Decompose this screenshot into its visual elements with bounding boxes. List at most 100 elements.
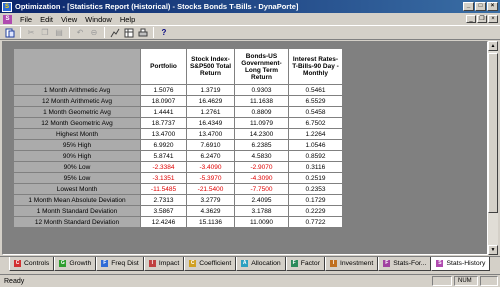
tab-label: Allocation xyxy=(251,260,281,267)
tab-controls[interactable]: C Controls xyxy=(9,257,55,271)
toolbar-separator xyxy=(153,27,154,38)
table-cell[interactable]: 4.3629 xyxy=(186,205,235,217)
row-label: 95% Low xyxy=(13,172,141,184)
paste-icon[interactable]: ▤ xyxy=(52,26,66,39)
chart-icon[interactable] xyxy=(108,26,122,39)
table-cell[interactable]: 13.4700 xyxy=(140,128,187,140)
table-cell[interactable]: -4.3090 xyxy=(234,172,289,184)
table-cell[interactable]: 0.5458 xyxy=(288,106,343,118)
table-cell[interactable]: 16.4349 xyxy=(186,117,235,129)
table-cell[interactable]: 5.8741 xyxy=(140,150,187,162)
table-cell[interactable]: 12.4246 xyxy=(140,216,187,228)
table-row: Lowest Month -11.5485 -21.5400 -7.7500 0.235… xyxy=(13,183,343,195)
maximize-button[interactable]: □ xyxy=(475,2,486,11)
doc-restore-button[interactable]: ❐ xyxy=(477,15,487,23)
table-cell[interactable]: 1.5076 xyxy=(140,84,187,96)
close-button[interactable]: × xyxy=(487,2,498,11)
table-row: 90% Low -2.3384 -3.4090 -2.9070 0.3116 xyxy=(13,161,343,173)
table-row: 95% Low -3.1351 -5.3970 -4.3090 0.2519 xyxy=(13,172,343,184)
table-cell[interactable]: 16.4629 xyxy=(186,95,235,107)
table-cell[interactable]: -3.1351 xyxy=(140,172,187,184)
table-cell[interactable]: 0.2229 xyxy=(288,205,343,217)
table-cell[interactable]: 15.1136 xyxy=(186,216,235,228)
table-cell[interactable]: 0.3116 xyxy=(288,161,343,173)
minimize-button[interactable]: _ xyxy=(463,2,474,11)
document-icon[interactable]: S xyxy=(3,14,12,24)
table-cell[interactable]: 1.4441 xyxy=(140,106,187,118)
table-cell[interactable]: 11.1638 xyxy=(234,95,289,107)
table-cell[interactable]: -2.3384 xyxy=(140,161,187,173)
menu-view[interactable]: View xyxy=(57,15,81,24)
undo-icon[interactable]: ↶ xyxy=(73,26,87,39)
table-cell[interactable]: 0.7722 xyxy=(288,216,343,228)
table-cell[interactable]: 0.9303 xyxy=(234,84,289,96)
tab-factor[interactable]: F Factor xyxy=(285,257,325,271)
table-cell[interactable]: 18.0907 xyxy=(140,95,187,107)
print-icon[interactable] xyxy=(136,26,150,39)
table-cell[interactable]: 6.7502 xyxy=(288,117,343,129)
doc-close-button[interactable]: × xyxy=(488,15,498,23)
table-cell[interactable]: 6.9920 xyxy=(140,139,187,151)
table-cell[interactable]: 1.3719 xyxy=(186,84,235,96)
row-label: 1 Month Arithmetic Avg xyxy=(13,84,141,96)
table-cell[interactable]: 2.7313 xyxy=(140,194,187,206)
zoom-out-icon[interactable]: ⊖ xyxy=(87,26,101,39)
tab-investment[interactable]: I Investment xyxy=(324,257,379,271)
table-cell[interactable]: -21.5400 xyxy=(186,183,235,195)
column-header: Portfolio xyxy=(140,48,187,85)
doc-minimize-button[interactable]: _ xyxy=(466,15,476,23)
table-cell[interactable]: 6.2470 xyxy=(186,150,235,162)
tab-growth[interactable]: G Growth xyxy=(54,257,97,271)
scroll-up-icon[interactable]: ▲ xyxy=(488,41,498,51)
table-cell[interactable]: 6.5529 xyxy=(288,95,343,107)
table-cell[interactable]: 1.2264 xyxy=(288,128,343,140)
title-bar: S Optimization - [Statistics Report (His… xyxy=(0,0,500,13)
help-icon[interactable]: ? xyxy=(157,26,171,39)
table-cell[interactable]: 0.2353 xyxy=(288,183,343,195)
copy-icon[interactable]: ❐ xyxy=(38,26,52,39)
scroll-down-icon[interactable]: ▼ xyxy=(488,245,498,255)
table-cell[interactable]: -5.3970 xyxy=(186,172,235,184)
row-label: 12 Month Arithmetic Avg xyxy=(13,95,141,107)
table-cell[interactable]: 0.8592 xyxy=(288,150,343,162)
table-cell[interactable]: 7.6910 xyxy=(186,139,235,151)
table-cell[interactable]: 11.0979 xyxy=(234,117,289,129)
table-cell[interactable]: 11.0090 xyxy=(234,216,289,228)
table-cell[interactable]: -11.5485 xyxy=(140,183,187,195)
table-cell[interactable]: 4.5830 xyxy=(234,150,289,162)
vertical-scrollbar[interactable]: ▲ ▼ xyxy=(488,41,498,255)
tab-stats-history[interactable]: S Stats-History xyxy=(431,257,491,271)
table-cell[interactable]: 0.8809 xyxy=(234,106,289,118)
tab-stats-for[interactable]: F Stats-For... xyxy=(378,257,432,271)
tab-coefficient[interactable]: C Coefficient xyxy=(184,257,237,271)
tab-impact[interactable]: I Impact xyxy=(143,257,185,271)
table-cell[interactable]: 13.4700 xyxy=(186,128,235,140)
table-cell[interactable]: 0.1729 xyxy=(288,194,343,206)
table-cell[interactable]: 6.2385 xyxy=(234,139,289,151)
scroll-thumb[interactable] xyxy=(488,53,498,213)
table-cell[interactable]: 0.5461 xyxy=(288,84,343,96)
tab-freq-dist[interactable]: F Freq Dist xyxy=(96,257,144,271)
table-cell[interactable]: -3.4090 xyxy=(186,161,235,173)
table-cell[interactable]: 14.2300 xyxy=(234,128,289,140)
table-cell[interactable]: 3.1788 xyxy=(234,205,289,217)
table-cell[interactable]: -7.7500 xyxy=(234,183,289,195)
table-cell[interactable]: 3.2779 xyxy=(186,194,235,206)
cut-icon[interactable]: ✂ xyxy=(24,26,38,39)
table-icon[interactable] xyxy=(122,26,136,39)
table-cell[interactable]: 3.5867 xyxy=(140,205,187,217)
table-cell[interactable]: 2.4095 xyxy=(234,194,289,206)
table-cell[interactable]: 1.2761 xyxy=(186,106,235,118)
menu-window[interactable]: Window xyxy=(81,15,116,24)
tab-allocation[interactable]: A Allocation xyxy=(236,257,286,271)
new-doc-icon[interactable] xyxy=(3,26,17,39)
menu-edit[interactable]: Edit xyxy=(36,15,57,24)
menu-help[interactable]: Help xyxy=(116,15,139,24)
table-cell[interactable]: 1.0546 xyxy=(288,139,343,151)
toolbar-separator xyxy=(20,27,21,38)
table-cell[interactable]: -2.9070 xyxy=(234,161,289,173)
table-cell[interactable]: 18.7737 xyxy=(140,117,187,129)
table-cell[interactable]: 0.2519 xyxy=(288,172,343,184)
table-row: 12 Month Geometric Avg 18.7737 16.4349 11.0… xyxy=(13,117,343,129)
menu-file[interactable]: File xyxy=(16,15,36,24)
